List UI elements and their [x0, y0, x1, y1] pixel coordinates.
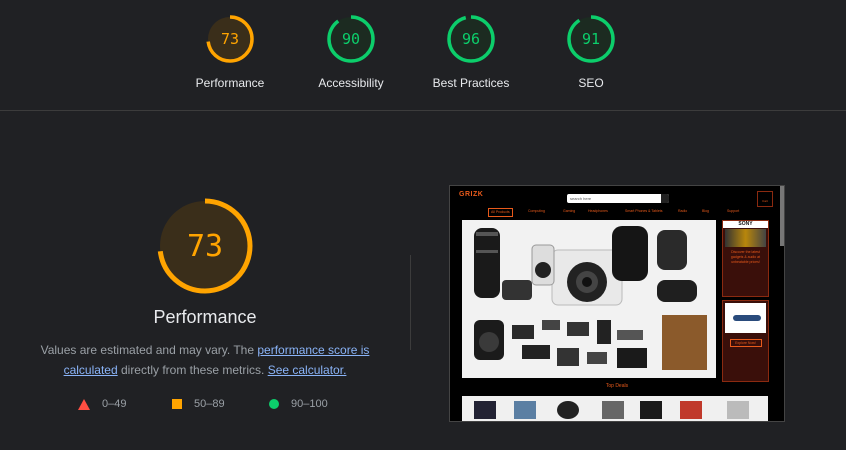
svg-text:73: 73	[221, 30, 239, 48]
thumb-side-image	[725, 229, 766, 247]
gauge-label: SEO	[578, 76, 604, 90]
thumb-cat: Gaming	[563, 209, 576, 213]
performance-title: Performance	[153, 307, 257, 327]
thumb-search-icon	[661, 194, 669, 203]
thumb-cat: Blog	[702, 209, 710, 213]
gauge-label: Performance	[195, 76, 265, 90]
thumb-deal-item	[727, 401, 749, 419]
performance-score-value: 73	[187, 229, 223, 264]
see-calculator-link[interactable]: See calculator.	[268, 363, 347, 377]
svg-text:96: 96	[462, 30, 480, 48]
thumb-explore-button: Explore Now!	[729, 339, 762, 347]
gauge-ring: 96	[447, 15, 495, 63]
thumb-cart-icon: Cart	[757, 191, 773, 207]
thumb-side-promo: SONY Discover the latest gadgets & audio…	[722, 220, 769, 297]
thumb-side-product-image	[725, 303, 766, 333]
thumb-hero-image	[462, 220, 716, 378]
gauge-label: Accessibility	[318, 76, 384, 90]
thumb-side-text: Discover the latest gadgets & audio at u…	[730, 250, 761, 264]
thumb-cat: Support	[727, 209, 740, 213]
score-legend: 0–49 50–89 90–100	[78, 398, 378, 414]
gauge-ring: 91	[567, 15, 615, 63]
thumb-cat: Radio	[678, 209, 688, 213]
circle-icon	[269, 399, 279, 409]
thumb-cat: Computing	[528, 209, 545, 213]
legend-pass: 90–100	[269, 398, 328, 410]
gauge-seo[interactable]: 91 SEO	[531, 14, 651, 90]
gauge-ring: 90	[327, 15, 375, 63]
score-description: Values are estimated and may vary. The p…	[30, 340, 380, 380]
thumb-deal-item	[640, 401, 662, 419]
thumb-side-product: Explore Now!	[722, 300, 769, 382]
thumb-side-brand: SONY	[723, 221, 768, 228]
svg-text:90: 90	[342, 30, 360, 48]
thumb-deal-item	[514, 401, 536, 419]
performance-score-gauge: 73	[155, 196, 255, 296]
camera-gear-illustration	[462, 220, 716, 378]
final-screenshot-thumbnail[interactable]: GRIZK search here Cart All Products Comp…	[449, 185, 785, 422]
legend-fail-label: 0–49	[102, 398, 127, 410]
thumb-scrollbar	[780, 186, 784, 246]
legend-pass-label: 90–100	[291, 398, 328, 410]
thumb-top-deals: Top Deals	[605, 383, 629, 389]
triangle-icon	[78, 398, 90, 410]
legend-average: 50–89	[172, 398, 225, 410]
legend-fail: 0–49	[78, 398, 126, 410]
gauge-label: Best Practices	[432, 76, 510, 90]
svg-text:91: 91	[582, 30, 600, 48]
desc-text-1: Values are estimated and may vary. The	[40, 343, 258, 357]
thumb-deal-item	[680, 401, 702, 419]
thumb-deals-strip	[462, 396, 768, 421]
legend-average-label: 50–89	[194, 398, 225, 410]
desc-text-2: directly from these metrics.	[117, 363, 268, 377]
performance-gauge-ring: 73	[157, 198, 253, 294]
thumb-deal-item	[474, 401, 496, 419]
gauge-accessibility[interactable]: 90 Accessibility	[291, 14, 411, 90]
thumb-cat: Headphones	[588, 209, 608, 213]
thumb-search: search here	[567, 194, 669, 203]
thumb-logo: GRIZK	[459, 191, 484, 198]
gauge-best-practices[interactable]: 96 Best Practices	[411, 14, 531, 90]
square-icon	[172, 399, 182, 409]
thumb-cat: Smart Phones & Tablets	[625, 209, 663, 213]
category-gauges: 73 Performance 90 Accessibility 96 Best …	[0, 0, 846, 110]
thumb-deal-item	[602, 401, 624, 419]
vertical-divider	[410, 255, 411, 350]
thumb-cat: All Products	[488, 208, 513, 217]
thumb-deal-item	[557, 401, 579, 419]
section-divider	[0, 110, 846, 111]
gauge-performance[interactable]: 73 Performance	[170, 14, 290, 90]
thumb-categories: All Products Computing Gaming Headphones…	[450, 207, 784, 217]
thumb-navbar: GRIZK search here Cart	[450, 186, 784, 207]
gauge-ring: 73	[206, 15, 254, 63]
